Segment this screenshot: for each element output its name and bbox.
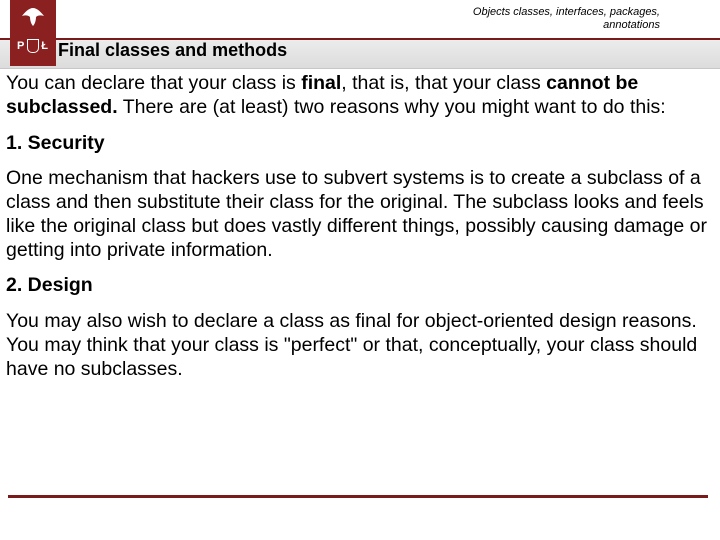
university-logo: P Ł [10, 0, 56, 66]
page-title: Final classes and methods [58, 40, 287, 61]
intro-text-mid: , that is, that your class [341, 72, 546, 94]
breadcrumb-line1: Objects classes, interfaces, packages, [473, 6, 660, 19]
heading-design: 2. Design [6, 274, 714, 298]
intro-text-pre: You can declare that your class is [6, 72, 301, 94]
logo-letter-right: Ł [41, 40, 49, 52]
footer-rule [8, 495, 708, 498]
paragraph-design: You may also wish to declare a class as … [6, 310, 714, 381]
logo-letter-left: P [17, 40, 25, 52]
logo-letters: P Ł [10, 39, 56, 53]
intro-bold-final: final [301, 72, 341, 94]
breadcrumb-line2: annotations [473, 19, 660, 32]
eagle-icon [19, 6, 47, 28]
heading-security: 1. Security [6, 132, 714, 156]
shield-icon [27, 39, 39, 53]
intro-text-post: There are (at least) two reasons why you… [118, 96, 666, 118]
slide: Objects classes, interfaces, packages, a… [0, 0, 720, 540]
paragraph-security: One mechanism that hackers use to subver… [6, 167, 714, 262]
intro-paragraph: You can declare that your class is final… [6, 72, 714, 120]
heading-security-text: 1. Security [6, 132, 105, 154]
content-area: You can declare that your class is final… [6, 72, 714, 394]
heading-design-text: 2. Design [6, 274, 93, 296]
breadcrumb: Objects classes, interfaces, packages, a… [473, 6, 660, 31]
